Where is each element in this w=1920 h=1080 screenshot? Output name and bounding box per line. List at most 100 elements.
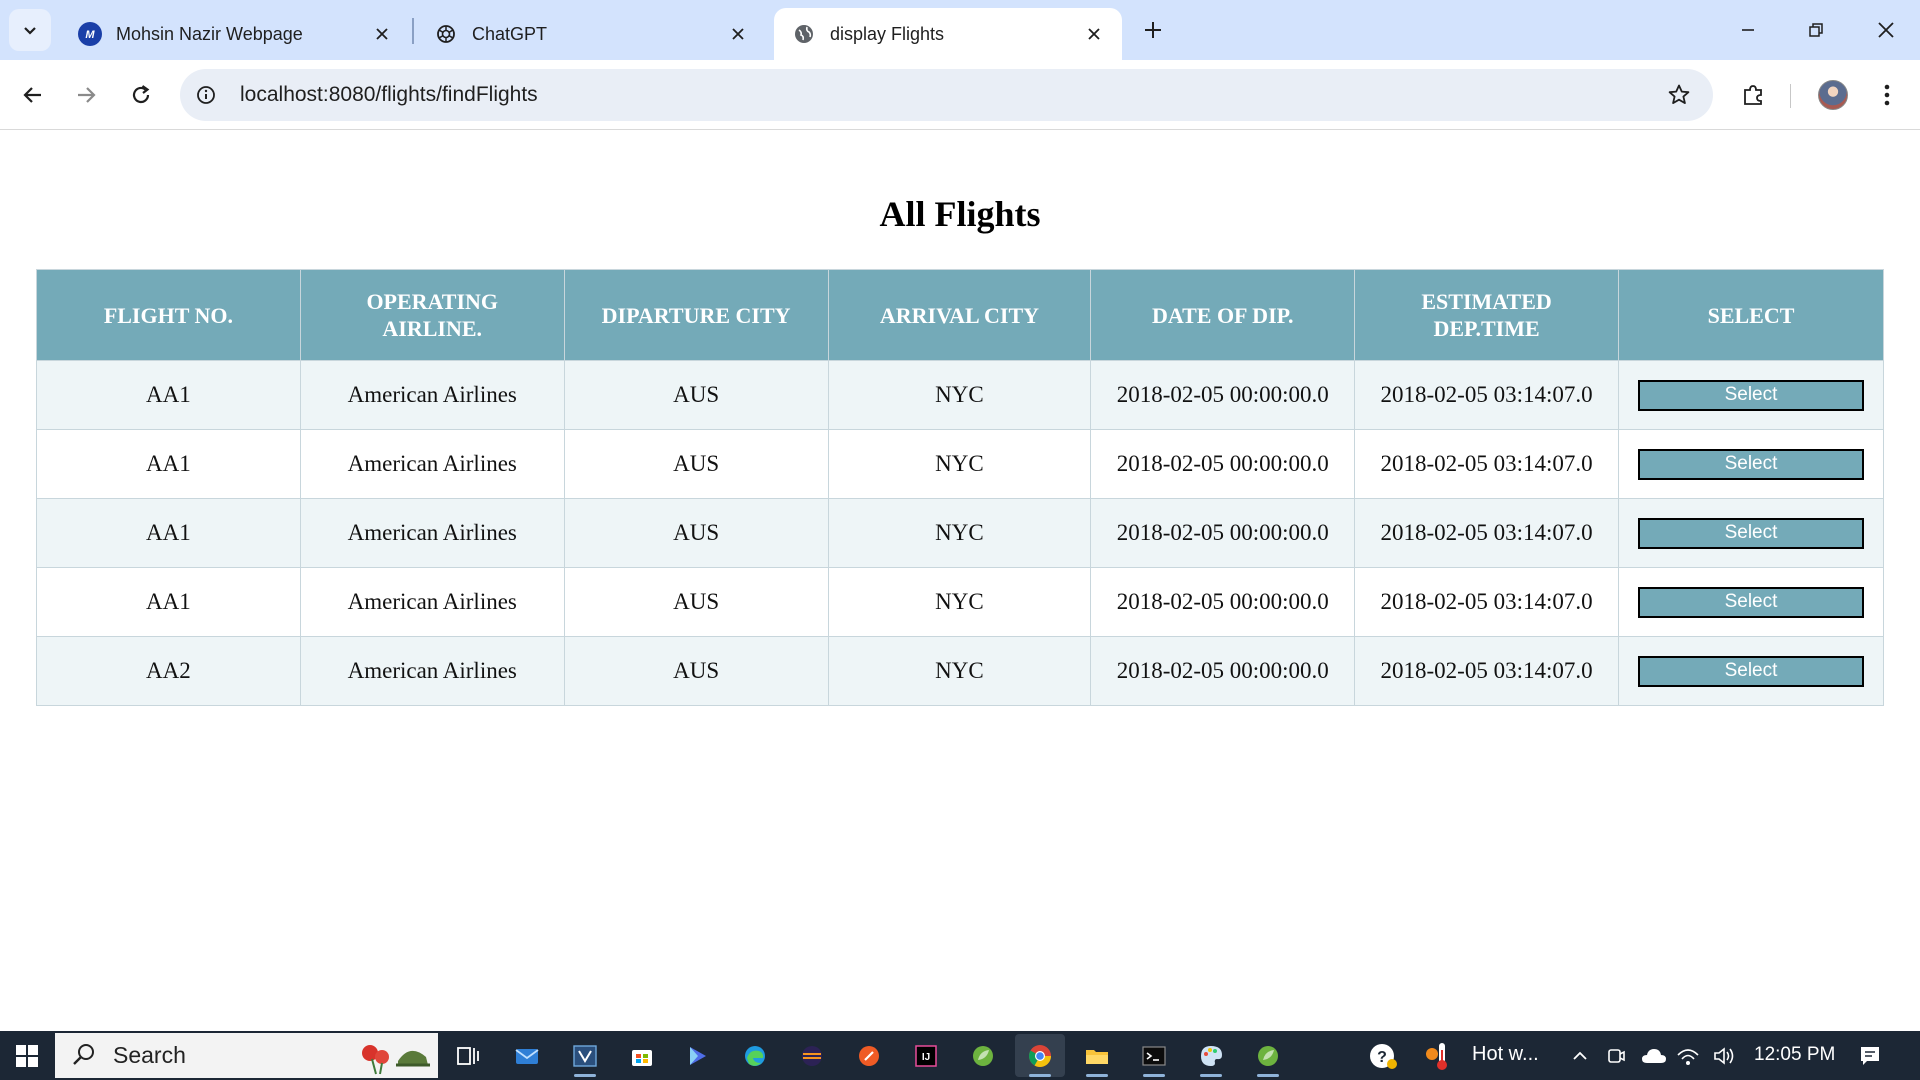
taskbar-edge[interactable] xyxy=(730,1034,780,1077)
cell-date: 2018-02-05 00:00:00.0 xyxy=(1090,498,1356,568)
cell-flight-no: AA1 xyxy=(36,429,301,499)
paint-palette-icon xyxy=(1201,1045,1222,1066)
header-date-of-departure: DATE OF DIP. xyxy=(1090,269,1356,361)
table-row: AA1 American Airlines AUS NYC 2018-02-05… xyxy=(36,360,1884,430)
table-header-row: FLIGHT NO. OPERATING AIRLINE. DIPARTURE … xyxy=(36,269,1884,361)
cell-select: Select xyxy=(1618,360,1884,430)
header-departure-city: DIPARTURE CITY xyxy=(563,269,829,361)
taskbar-store[interactable] xyxy=(617,1034,667,1077)
extensions-button[interactable] xyxy=(1732,74,1774,116)
cell-airline: American Airlines xyxy=(299,636,565,706)
more-vertical-icon xyxy=(1884,84,1890,106)
cell-est-time: 2018-02-05 03:14:07.0 xyxy=(1354,498,1619,568)
cell-select: Select xyxy=(1618,636,1884,706)
chevron-up-icon[interactable] xyxy=(1568,1044,1592,1068)
svg-text:?: ? xyxy=(1377,1049,1387,1066)
page-content: All Flights FLIGHT NO. OPERATING AIRLINE… xyxy=(0,131,1920,1031)
cell-arrival-city: NYC xyxy=(827,429,1092,499)
close-icon[interactable] xyxy=(724,20,752,48)
meet-camera-icon[interactable] xyxy=(1604,1044,1628,1068)
cell-date: 2018-02-05 00:00:00.0 xyxy=(1090,636,1356,706)
select-flight-button[interactable]: Select xyxy=(1638,379,1864,411)
arrow-right-icon xyxy=(78,87,96,103)
header-flight-no: FLIGHT NO. xyxy=(36,269,301,361)
postman-icon xyxy=(859,1045,879,1066)
close-icon[interactable] xyxy=(368,20,396,48)
cell-airline: American Airlines xyxy=(299,360,565,430)
clock-time[interactable]: 12:05 PM xyxy=(1754,1044,1835,1066)
start-button[interactable] xyxy=(0,1031,54,1080)
cell-date: 2018-02-05 00:00:00.0 xyxy=(1090,360,1356,430)
cell-select: Select xyxy=(1618,567,1884,637)
globe-icon xyxy=(792,22,816,46)
menu-button[interactable] xyxy=(1866,74,1908,116)
cell-flight-no: AA1 xyxy=(36,567,301,637)
taskbar-chrome[interactable] xyxy=(1015,1034,1065,1077)
tab-search-button[interactable] xyxy=(9,9,51,51)
select-flight-button[interactable]: Select xyxy=(1638,586,1864,618)
spring-leaf-icon xyxy=(1258,1045,1278,1066)
taskbar-search-box[interactable]: Search xyxy=(55,1033,438,1078)
close-icon[interactable] xyxy=(1080,20,1108,48)
taskbar-eclipse[interactable] xyxy=(787,1034,837,1077)
header-estimated-dep-time: ESTIMATED DEP.TIME xyxy=(1354,269,1619,361)
cell-arrival-city: NYC xyxy=(827,567,1092,637)
select-flight-button[interactable]: Select xyxy=(1638,448,1864,480)
notifications-icon[interactable] xyxy=(1858,1044,1882,1068)
taskbar-spring-tools[interactable] xyxy=(958,1034,1008,1077)
windows-logo-icon xyxy=(16,1044,38,1067)
restore-button[interactable] xyxy=(1782,0,1850,60)
taskbar-paint[interactable] xyxy=(1186,1034,1236,1077)
speaker-icon[interactable] xyxy=(1712,1044,1736,1068)
weather-text[interactable]: Hot w... xyxy=(1472,1043,1539,1066)
poppy-helmet-icon xyxy=(362,1045,430,1075)
cell-departure-city: AUS xyxy=(563,429,829,499)
taskbar-spring-tools-2[interactable] xyxy=(1243,1034,1293,1077)
wifi-icon[interactable] xyxy=(1676,1044,1700,1068)
running-indicator xyxy=(1029,1074,1051,1077)
svg-text:M: M xyxy=(85,29,95,41)
thermometer-icon[interactable] xyxy=(1424,1040,1456,1072)
chrome-icon xyxy=(1029,1044,1051,1067)
cell-est-time: 2018-02-05 03:14:07.0 xyxy=(1354,360,1619,430)
cell-flight-no: AA2 xyxy=(36,636,301,706)
store-icon xyxy=(632,1049,652,1066)
tab-chatgpt[interactable]: ChatGPT xyxy=(416,8,766,60)
new-tab-button[interactable] xyxy=(1135,12,1171,48)
forward-button[interactable] xyxy=(65,74,107,116)
plus-icon xyxy=(1145,22,1161,38)
taskbar-terminal[interactable] xyxy=(1129,1034,1179,1077)
tab-mohsin-nazir[interactable]: M Mohsin Nazir Webpage xyxy=(60,8,410,60)
tab-display-flights[interactable]: display Flights xyxy=(774,8,1122,60)
url-text[interactable]: localhost:8080/flights/findFlights xyxy=(240,83,538,107)
profile-button[interactable] xyxy=(1812,74,1854,116)
table-row: AA1 American Airlines AUS NYC 2018-02-05… xyxy=(36,498,1884,568)
address-bar[interactable]: localhost:8080/flights/findFlights xyxy=(180,69,1713,121)
minimize-button[interactable] xyxy=(1714,0,1782,60)
taskbar-vscode-like[interactable] xyxy=(560,1034,610,1077)
eclipse-icon xyxy=(802,1045,822,1066)
select-flight-button[interactable]: Select xyxy=(1638,655,1864,687)
taskbar-task-view[interactable] xyxy=(443,1034,493,1077)
help-icon[interactable]: ? xyxy=(1368,1041,1400,1071)
mail-icon xyxy=(515,1048,539,1064)
taskbar-file-explorer[interactable] xyxy=(1072,1034,1122,1077)
tab-title: Mohsin Nazir Webpage xyxy=(116,23,303,44)
reload-button[interactable] xyxy=(120,74,162,116)
taskbar-mail[interactable] xyxy=(502,1034,552,1077)
taskbar-intellij[interactable]: IJ xyxy=(901,1034,951,1077)
cell-departure-city: AUS xyxy=(563,498,829,568)
taskbar-copilot[interactable] xyxy=(673,1034,723,1077)
cloud-icon[interactable] xyxy=(1640,1044,1668,1068)
close-window-button[interactable] xyxy=(1852,0,1920,60)
bookmark-star-icon[interactable] xyxy=(1663,79,1695,111)
browser-tab-strip: M Mohsin Nazir Webpage ChatGPT display F… xyxy=(0,0,1920,60)
back-button[interactable] xyxy=(12,74,54,116)
table-row: AA1 American Airlines AUS NYC 2018-02-05… xyxy=(36,429,1884,499)
m-logo-icon: M xyxy=(78,22,102,46)
taskbar-postman[interactable] xyxy=(844,1034,894,1077)
site-info-icon[interactable] xyxy=(190,79,222,111)
cell-est-time: 2018-02-05 03:14:07.0 xyxy=(1354,567,1619,637)
cell-airline: American Airlines xyxy=(299,498,565,568)
select-flight-button[interactable]: Select xyxy=(1638,517,1864,549)
